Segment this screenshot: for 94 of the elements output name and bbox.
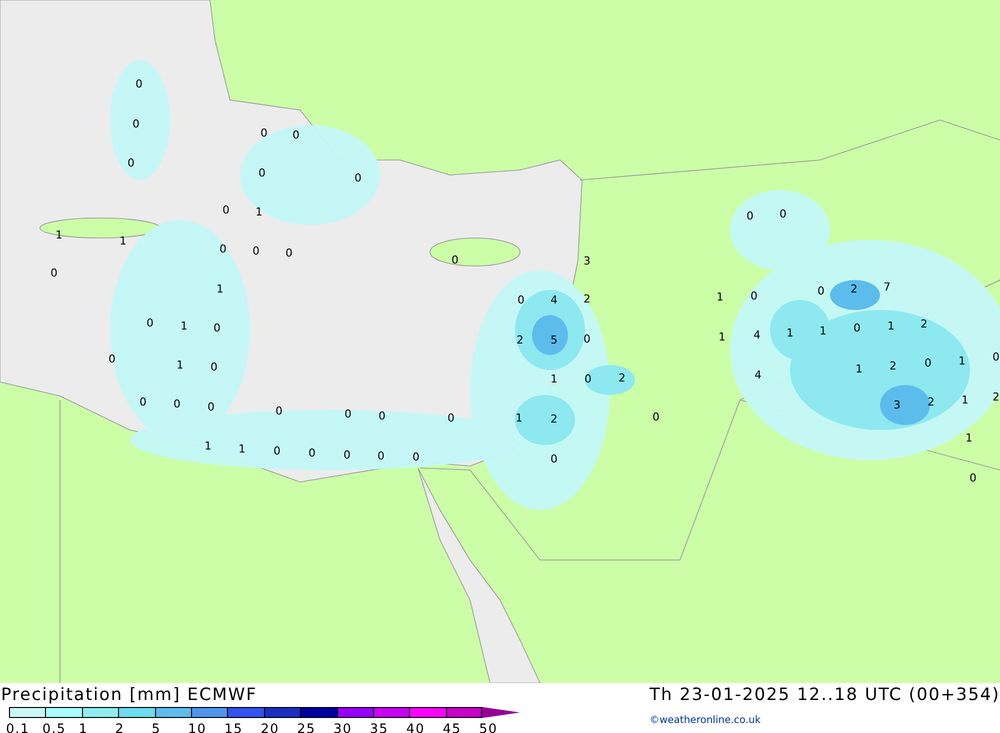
map-title: Precipitation [mm] ECMWF (0, 684, 258, 707)
precipitation-value: 2 (584, 294, 590, 304)
legend-label: 50 (479, 722, 498, 733)
precipitation-value: 0 (746, 210, 754, 222)
precipitation-value: 0 (286, 248, 292, 258)
precipitation-value: 1 (786, 328, 794, 338)
legend-label: 25 (297, 722, 316, 733)
precipitation-value: 0 (210, 362, 218, 372)
precipitation-value: 2 (618, 372, 626, 384)
precipitation-value: 0 (818, 286, 824, 296)
legend-label: 35 (370, 722, 388, 733)
precipitation-value: 2 (920, 318, 928, 330)
precipitation-value: 0 (222, 204, 230, 216)
precipitation-value: 0 (378, 410, 386, 422)
precipitation-value: 4 (754, 370, 762, 380)
precipitation-value: 0 (854, 322, 860, 334)
precipitation-value: 0 (970, 472, 976, 484)
precipitation-value: 1 (56, 230, 62, 240)
legend-label: 1 (78, 722, 88, 733)
precipitation-value: 5 (550, 334, 558, 346)
precipitation-value: 0 (584, 374, 592, 384)
legend-label: 40 (406, 722, 425, 733)
precipitation-value: 2 (550, 414, 558, 424)
precipitation-value: 0 (274, 446, 280, 456)
precipitation-value: 0 (344, 408, 352, 420)
precipitation-value: 2 (516, 334, 524, 346)
legend-label: 15 (224, 722, 243, 733)
precipitation-value: 1 (962, 394, 968, 406)
precipitation-value: 3 (584, 256, 590, 266)
precipitation-value: 0 (550, 454, 558, 464)
legend-label: 5 (152, 722, 161, 733)
precipitation-value: 4 (754, 330, 760, 340)
precipitation-value: 0 (584, 334, 590, 344)
precipitation-value: 0 (276, 406, 282, 416)
precipitation-value: 0 (146, 318, 154, 328)
precipitation-value: 0 (354, 172, 362, 184)
precipitation-value: 0 (136, 78, 142, 90)
precipitation-value: 1 (718, 332, 726, 342)
precipitation-value: 4 (550, 294, 558, 306)
precipitation-value: 0 (258, 168, 266, 178)
precipitation-value: 1 (180, 320, 188, 332)
legend-label: 0.1 (6, 722, 30, 733)
precipitation-value: 0 (252, 246, 260, 256)
precipitation-value: 0 (652, 412, 660, 422)
precipitation-value: 0 (378, 450, 384, 462)
precipitation-value: 1 (966, 432, 972, 444)
precipitation-value: 0 (50, 268, 58, 278)
precipitation-value: 2 (850, 284, 858, 294)
precipitation-value: 1 (958, 356, 966, 366)
precipitation-value: 1 (550, 374, 558, 384)
credit-link[interactable]: ©weatheronline.co.uk (649, 714, 1000, 726)
precipitation-value: 0 (780, 208, 786, 220)
legend-label: 20 (260, 722, 280, 733)
precipitation-value: 1 (120, 236, 126, 246)
precipitation-value: 0 (140, 396, 146, 408)
precipitation-value: 0 (308, 448, 316, 458)
precipitation-value: 0 (260, 128, 268, 138)
precipitation-value: 3 (894, 400, 900, 410)
precipitation-value: 0 (214, 322, 220, 334)
precipitation-value: 1 (216, 284, 224, 294)
precipitation-value: 0 (448, 412, 454, 424)
precipitation-value: 0 (292, 130, 300, 140)
legend-label: 45 (442, 722, 462, 733)
precipitation-value: 1 (856, 364, 862, 374)
precipitation-value: 0 (452, 254, 458, 266)
precipitation-value: 0 (108, 354, 116, 364)
precipitation-value: 2 (992, 392, 1000, 402)
precipitation-value: 0 (344, 450, 350, 460)
legend-label: 30 (334, 722, 352, 733)
precipitation-value: 0 (132, 118, 140, 130)
precipitation-value: 0 (412, 452, 420, 462)
precipitation-value: 1 (204, 440, 212, 452)
precipitation-value: 1 (238, 444, 246, 454)
precipitation-value: 0 (174, 398, 180, 410)
precipitation-value: 1 (716, 292, 724, 302)
precipitation-value: 0 (518, 294, 524, 306)
legend-label: 10 (188, 722, 206, 733)
precipitation-value: 2 (928, 396, 934, 408)
precipitation-value: 0 (750, 290, 758, 302)
valid-time: Th 23-01-2025 12..18 UTC (00+354) (649, 684, 1000, 707)
precipitation-value: 0 (220, 244, 226, 254)
precipitation-value: 0 (128, 158, 134, 168)
precipitation-value: 1 (888, 320, 894, 332)
precipitation-value: 0 (208, 402, 214, 412)
precipitation-value: 1 (176, 360, 184, 370)
precipitation-value: 1 (256, 206, 262, 218)
precipitation-value: 7 (884, 282, 890, 292)
legend-label: 0.5 (42, 722, 66, 733)
precipitation-value: 0 (924, 358, 932, 368)
precipitation-value: 2 (890, 360, 896, 372)
precipitation-value: 0 (992, 352, 1000, 362)
precipitation-value: 1 (516, 412, 522, 424)
precipitation-value: 1 (820, 326, 826, 336)
legend-label: 2 (115, 722, 124, 733)
